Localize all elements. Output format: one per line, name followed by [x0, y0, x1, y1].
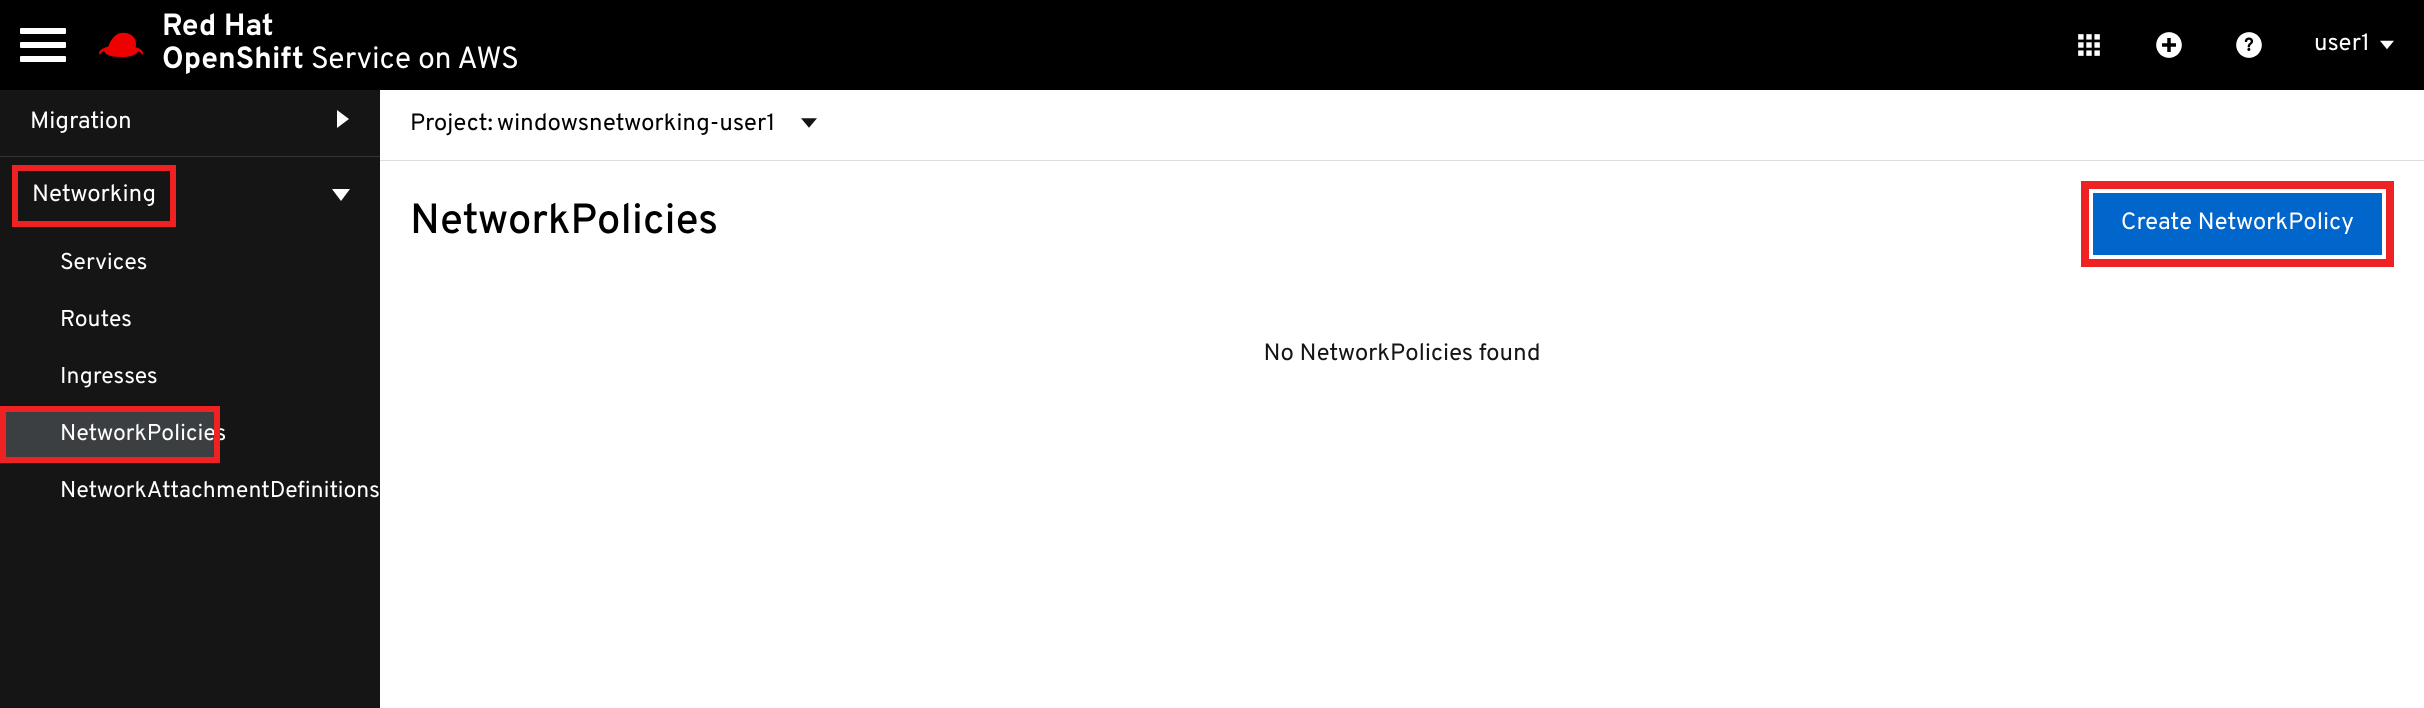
- sidebar-item-ingresses[interactable]: Ingresses: [0, 349, 380, 406]
- caret-down-icon: [801, 115, 817, 135]
- sidebar-item-networking[interactable]: Networking: [12, 165, 176, 227]
- sidebar-item-networkattachmentdefinitions[interactable]: NetworkAttachmentDefinitions: [0, 463, 380, 520]
- brand: Red Hat OpenShift Service on AWS: [96, 12, 519, 78]
- project-selector[interactable]: Project: windowsnetworking-user1: [380, 90, 2424, 161]
- app-launcher-icon[interactable]: [2074, 30, 2104, 60]
- menu-toggle-button[interactable]: [20, 22, 66, 68]
- sidebar-item-label: Networking: [32, 181, 156, 211]
- brand-line1: Red Hat: [162, 12, 519, 45]
- empty-state-message: No NetworkPolicies found: [410, 340, 2394, 370]
- sidebar-item-label: NetworkAttachmentDefinitions: [60, 477, 380, 506]
- chevron-down-icon: [332, 181, 350, 211]
- create-button-highlight: Create NetworkPolicy: [2081, 181, 2394, 267]
- user-menu[interactable]: user1: [2314, 30, 2394, 60]
- sidebar-item-services[interactable]: Services: [0, 235, 380, 292]
- redhat-logo-icon: [96, 27, 146, 63]
- help-icon[interactable]: ?: [2234, 30, 2264, 60]
- project-prefix: Project:: [410, 110, 493, 140]
- sidebar-item-label: Ingresses: [60, 363, 158, 392]
- sidebar-item-migration[interactable]: Migration: [0, 90, 380, 156]
- masthead: Red Hat OpenShift Service on AWS ? user1: [0, 0, 2424, 90]
- sidebar-item-label: NetworkPolicies: [60, 420, 226, 449]
- import-add-icon[interactable]: [2154, 30, 2184, 60]
- create-networkpolicy-button[interactable]: Create NetworkPolicy: [2093, 193, 2382, 255]
- sidebar-item-networkpolicies[interactable]: NetworkPolicies: [0, 406, 220, 463]
- sidebar-item-label: Routes: [60, 306, 132, 335]
- sidebar-item-routes[interactable]: Routes: [0, 292, 380, 349]
- svg-text:?: ?: [2244, 36, 2254, 59]
- brand-line2: OpenShift Service on AWS: [162, 45, 519, 78]
- sidebar: Migration Networking Services Routes Ing…: [0, 90, 380, 708]
- sidebar-item-label: Migration: [30, 108, 132, 138]
- project-name: windowsnetworking-user1: [497, 110, 775, 140]
- caret-down-icon: [2380, 30, 2394, 60]
- sidebar-item-label: Services: [60, 249, 147, 278]
- username: user1: [2314, 30, 2370, 60]
- main-content: Project: windowsnetworking-user1 Network…: [380, 90, 2424, 708]
- chevron-right-icon: [336, 108, 350, 138]
